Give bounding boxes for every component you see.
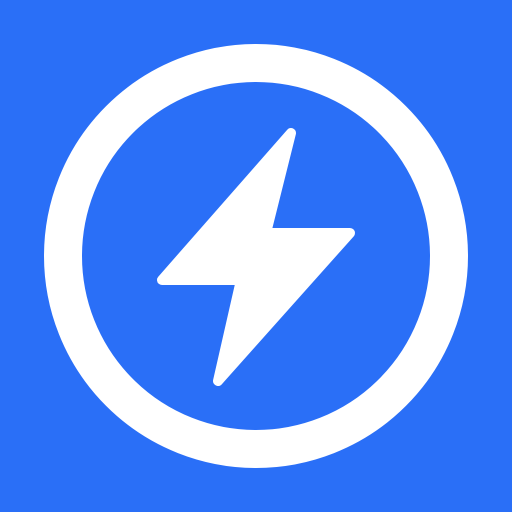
app-icon	[0, 0, 512, 512]
app-icon-graphic	[0, 0, 512, 512]
